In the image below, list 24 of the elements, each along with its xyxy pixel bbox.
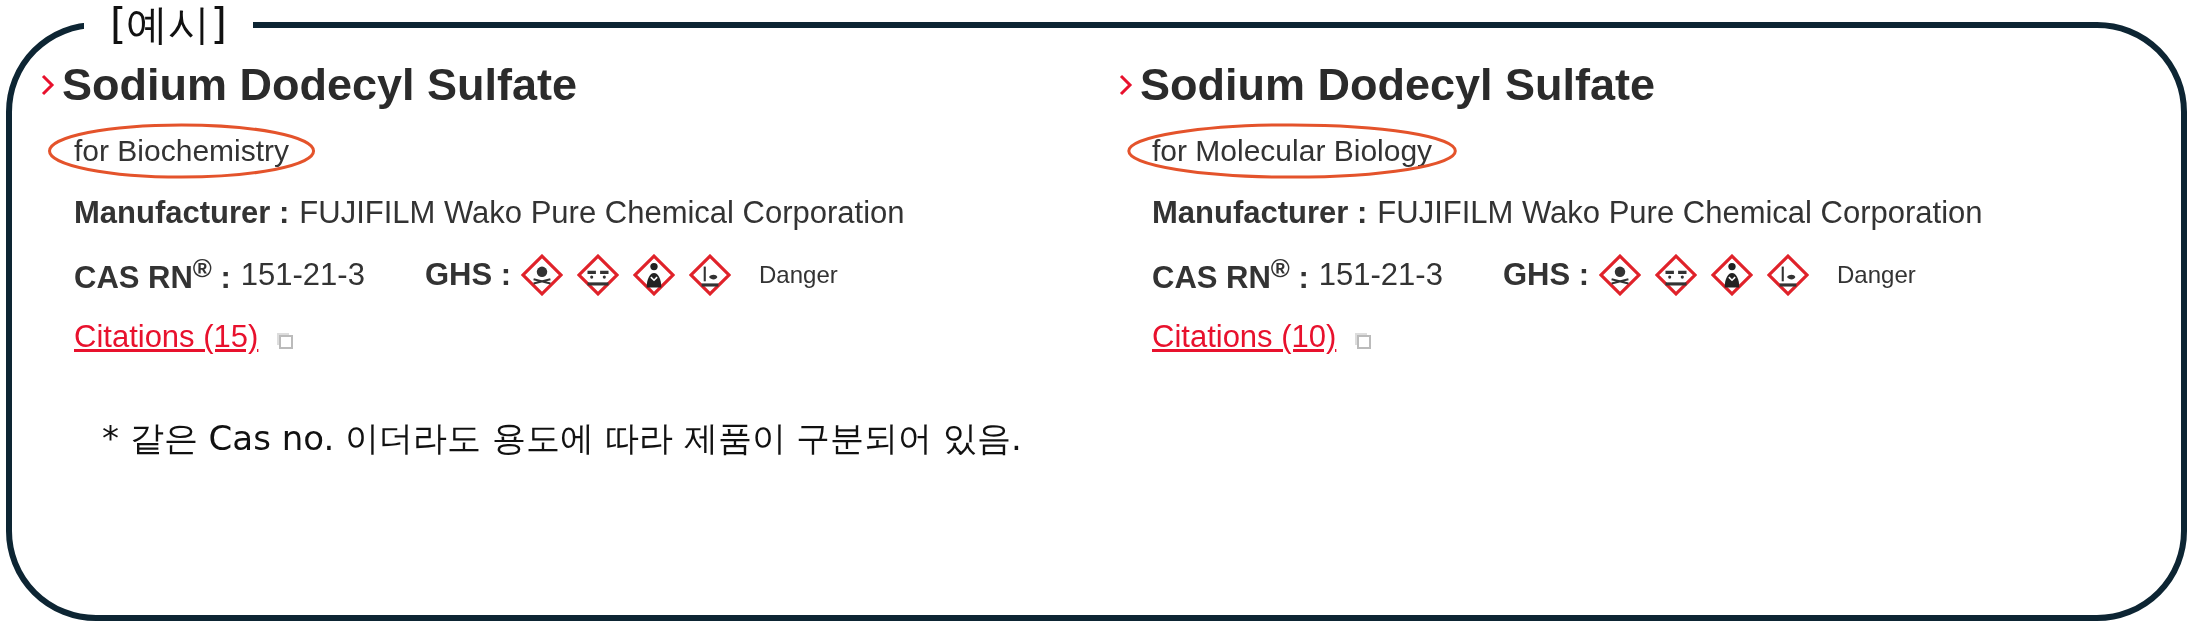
manufacturer-value: FUJIFILM Wako Pure Chemical Corporation bbox=[299, 195, 905, 232]
chevron-icon bbox=[1118, 73, 1134, 98]
cas-value: 151-21-3 bbox=[1318, 257, 1443, 294]
ghs-label: GHS : bbox=[424, 257, 512, 294]
copy-icon[interactable] bbox=[276, 332, 295, 351]
footnote-text: * 같은 Cas no. 이더라도 용도에 따라 제품이 구분되어 있음. bbox=[102, 417, 1023, 461]
manufacturer-value: FUJIFILM Wako Pure Chemical Corporation bbox=[1377, 195, 1983, 232]
grade-label: for Biochemistry bbox=[74, 134, 290, 169]
cas-value: 151-21-3 bbox=[240, 257, 365, 294]
citations-link[interactable]: Citations (10) bbox=[1152, 319, 1337, 356]
signal-word: Danger bbox=[1837, 261, 1916, 290]
product-title: Sodium Dodecyl Sulfate bbox=[1140, 59, 1656, 112]
signal-word: Danger bbox=[759, 261, 838, 290]
chevron-icon bbox=[40, 73, 56, 98]
cas-label: CAS RN$^{®}$ : bbox=[74, 254, 231, 297]
manufacturer-label: Manufacturer : bbox=[1152, 195, 1368, 232]
legend-label: [예시] bbox=[109, 0, 228, 51]
manufacturer-label: Manufacturer : bbox=[74, 195, 290, 232]
grade-label: for Molecular Biology bbox=[1152, 134, 1433, 169]
copy-icon[interactable] bbox=[1354, 332, 1373, 351]
ghs-label: GHS : bbox=[1502, 257, 1590, 294]
cas-label: CAS RN$^{®}$ : bbox=[1152, 254, 1309, 297]
product-title: Sodium Dodecyl Sulfate bbox=[62, 59, 578, 112]
citations-link[interactable]: Citations (15) bbox=[74, 319, 259, 356]
